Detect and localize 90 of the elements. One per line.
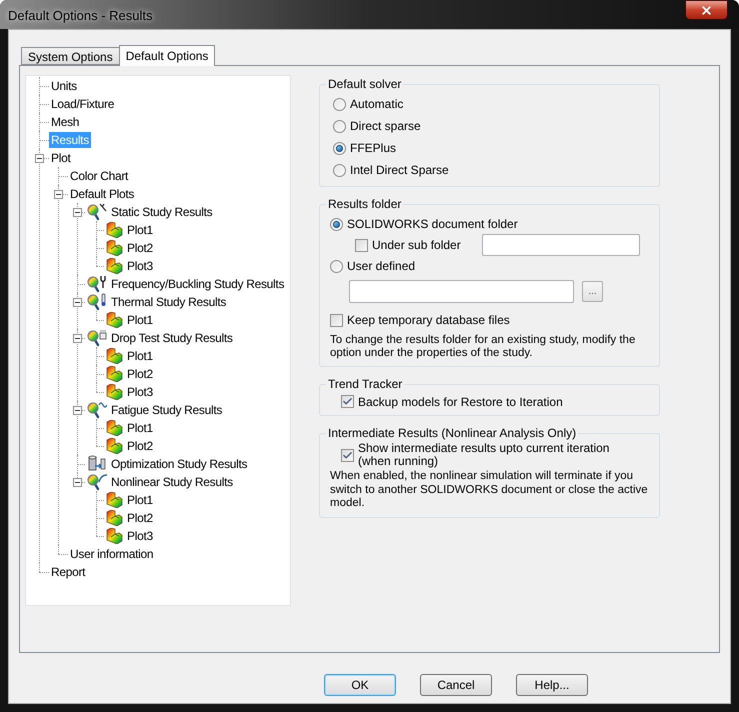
close-button[interactable]: [685, 0, 728, 20]
magnifier-icon: [87, 473, 107, 491]
magnifier-icon: [87, 203, 107, 221]
tree-item[interactable]: Color Chart: [68, 168, 130, 184]
tree-item[interactable]: Plot1: [125, 222, 155, 238]
collapse-icon[interactable]: [73, 406, 82, 415]
magnifier-icon: [87, 293, 107, 311]
tree-item[interactable]: Plot2: [125, 366, 155, 382]
radio-label: SOLIDWORKS document folder: [347, 216, 518, 233]
dialog-button[interactable]: Cancel: [420, 674, 492, 696]
plot-icon: [106, 312, 123, 328]
group-title: Trend Tracker: [327, 376, 404, 393]
tree-item[interactable]: User information: [68, 546, 156, 562]
tree-item[interactable]: Report: [49, 564, 88, 580]
radio-button[interactable]: [330, 218, 343, 230]
tree-item[interactable]: Units: [49, 78, 79, 94]
tree-item[interactable]: Thermal Study Results: [109, 294, 228, 310]
tree-item[interactable]: Default Plots: [68, 186, 136, 202]
plot-icon: [106, 384, 123, 400]
tree-item[interactable]: Frequency/Buckling Study Results: [109, 276, 286, 292]
radio-button[interactable]: [330, 260, 343, 272]
tree-item[interactable]: Static Study Results: [109, 204, 214, 220]
collapse-icon[interactable]: [54, 190, 63, 199]
magnifier-icon: [87, 275, 107, 293]
collapse-icon[interactable]: [73, 208, 82, 217]
close-icon: [700, 4, 713, 16]
radio-label: User defined: [347, 258, 416, 275]
tree-item[interactable]: Plot1: [125, 348, 155, 364]
group-title: Intermediate Results (Nonlinear Analysis Only): [327, 425, 578, 442]
plot-icon: [106, 438, 123, 454]
radio-label: Automatic: [350, 96, 404, 113]
folder-path-field[interactable]: [349, 280, 574, 303]
dialog-button[interactable]: Help...: [516, 674, 588, 696]
tree-item[interactable]: Plot2: [125, 438, 155, 454]
cylinder-arrow-icon: [87, 455, 107, 473]
magnifier-icon: [87, 329, 107, 347]
browse-button[interactable]: ...: [582, 281, 603, 302]
tree-item[interactable]: Mesh: [49, 114, 82, 130]
dialog-button[interactable]: OK: [324, 674, 396, 696]
tree-item[interactable]: Plot1: [125, 492, 155, 508]
radio-button[interactable]: [333, 120, 346, 132]
plot-icon: [106, 258, 123, 274]
plot-icon: [106, 348, 123, 364]
radio-label: Direct sparse: [350, 118, 421, 135]
collapse-icon[interactable]: [73, 298, 82, 307]
tree-item[interactable]: Load/Fixture: [49, 96, 116, 112]
tree-item[interactable]: Nonlinear Study Results: [109, 474, 235, 490]
tree-item[interactable]: Fatigue Study Results: [109, 402, 224, 418]
checkbox[interactable]: [330, 314, 343, 326]
tree-item[interactable]: Plot2: [125, 240, 155, 256]
info-text: When enabled, the nonlinear simulation will terminate if you switch to another SOLIDWORKS document or close the active model.: [330, 470, 649, 510]
tree-item[interactable]: Plot3: [125, 528, 155, 544]
checkbox[interactable]: [341, 448, 354, 462]
tree-item[interactable]: Plot3: [125, 258, 155, 274]
checkbox-label: Keep temporary database files: [347, 312, 510, 329]
plot-icon: [106, 240, 123, 256]
radio-label: Intel Direct Sparse: [350, 162, 449, 179]
info-text: To change the results folder for an existing study, modify the option under the properties of the study.: [330, 334, 636, 360]
plot-icon: [106, 222, 123, 238]
checkbox[interactable]: [341, 395, 354, 408]
plot-icon: [106, 528, 123, 544]
tree-item[interactable]: Optimization Study Results: [109, 456, 250, 472]
plot-icon: [106, 492, 123, 508]
radio-button[interactable]: [333, 98, 346, 110]
checkbox-label: Backup models for Restore to Iteration: [358, 394, 563, 410]
collapse-icon[interactable]: [73, 334, 82, 343]
tree-item[interactable]: Plot1: [125, 312, 155, 328]
plot-icon: [106, 366, 123, 382]
window-title: Default Options - Results: [8, 7, 153, 25]
tree-item[interactable]: Drop Test Study Results: [109, 330, 235, 346]
checkbox[interactable]: [355, 238, 368, 252]
group-title: Default solver: [327, 76, 402, 93]
collapse-icon[interactable]: [35, 154, 44, 163]
radio-label: FFEPlus: [350, 140, 396, 157]
tree-item[interactable]: Plot1: [125, 420, 155, 436]
plot-icon: [106, 510, 123, 526]
magnifier-icon: [87, 401, 107, 419]
tree-item[interactable]: Plot: [49, 150, 72, 166]
radio-button[interactable]: [333, 142, 346, 154]
tab[interactable]: Default Options: [118, 45, 216, 66]
tree-item[interactable]: Plot3: [125, 384, 155, 400]
tab[interactable]: System Options: [21, 47, 120, 65]
checkbox-label: Under sub folder: [372, 237, 461, 254]
radio-button[interactable]: [333, 164, 346, 176]
group-title: Results folder: [327, 196, 402, 213]
collapse-icon[interactable]: [73, 478, 82, 487]
plot-icon: [106, 420, 123, 436]
checkbox-label: Show intermediate results upto current iteration (when running): [358, 442, 610, 468]
sub-folder-field[interactable]: [482, 234, 640, 256]
tree-item[interactable]: Plot2: [125, 510, 155, 526]
